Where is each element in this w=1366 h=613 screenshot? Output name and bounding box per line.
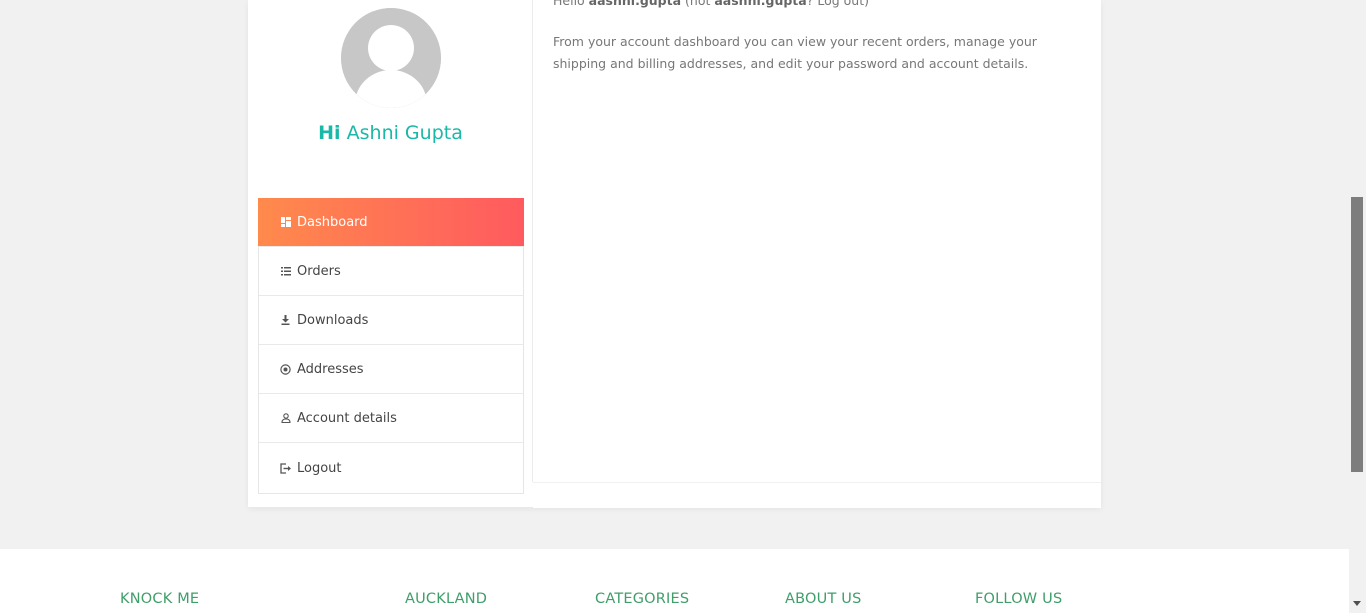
page: Hi Ashni Gupta Dashboard Orders Download… xyxy=(0,0,1366,613)
footer-heading-categories: CATEGORIES xyxy=(595,591,690,607)
hello-message: Hello aashni.gupta (not aashni.gupta? Lo… xyxy=(553,0,869,8)
nav-item-label: Dashboard xyxy=(297,214,368,230)
greeting-hi: Hi xyxy=(318,122,341,144)
scroll-down-arrow-icon[interactable] xyxy=(1353,601,1361,606)
nav-item-orders[interactable]: Orders xyxy=(259,247,523,296)
page-scrollbar[interactable] xyxy=(1349,0,1366,613)
dashboard-intro-text: From your account dashboard you can view… xyxy=(553,34,1037,71)
nav-item-downloads[interactable]: Downloads xyxy=(259,296,523,345)
nav-item-account-details[interactable]: Account details xyxy=(259,394,523,443)
username: aashni.gupta xyxy=(588,0,682,8)
dashboard-icon xyxy=(280,217,291,228)
footer-heading-about-us: ABOUT US xyxy=(785,591,862,607)
logout-icon xyxy=(280,462,291,474)
greeting: Hi Ashni Gupta xyxy=(248,122,533,144)
nav-item-label: Account details xyxy=(297,410,397,426)
user-icon xyxy=(280,413,291,424)
list-icon xyxy=(280,266,291,277)
nav-item-addresses[interactable]: Addresses xyxy=(259,345,523,394)
nav-item-label: Logout xyxy=(297,460,342,476)
footer-heading-knock-me: KNOCK ME xyxy=(120,591,200,607)
account-card: Hi Ashni Gupta Dashboard Orders Download… xyxy=(248,0,1101,508)
hello-prefix: Hello xyxy=(553,0,585,8)
content-footer-strip xyxy=(533,482,1101,508)
site-footer: KNOCK ME AUCKLAND CATEGORIES ABOUT US FO… xyxy=(0,549,1349,613)
footer-heading-auckland: AUCKLAND xyxy=(405,591,488,607)
account-navigation: Dashboard Orders Downloads Addresses Acc… xyxy=(258,198,524,494)
download-icon xyxy=(280,315,291,326)
not-username: aashni.gupta xyxy=(714,0,807,8)
not-prefix: (not xyxy=(685,0,711,8)
nav-item-logout[interactable]: Logout xyxy=(259,443,523,493)
scrollbar-thumb[interactable] xyxy=(1351,197,1363,472)
footer-heading-follow-us: FOLLOW US xyxy=(975,591,1063,607)
greeting-user-name: Ashni Gupta xyxy=(346,122,463,144)
nav-item-label: Orders xyxy=(297,263,341,279)
user-avatar-icon xyxy=(341,8,441,108)
nav-item-label: Addresses xyxy=(297,361,364,377)
location-icon xyxy=(280,363,291,375)
nav-item-dashboard[interactable]: Dashboard xyxy=(258,198,524,247)
dashboard-content: Hello aashni.gupta (not aashni.gupta? Lo… xyxy=(533,0,1101,480)
account-sidebar: Hi Ashni Gupta Dashboard Orders Download… xyxy=(248,0,533,507)
logout-link[interactable]: ? Log out) xyxy=(807,0,869,8)
avatar xyxy=(341,8,441,108)
nav-item-label: Downloads xyxy=(297,312,369,328)
